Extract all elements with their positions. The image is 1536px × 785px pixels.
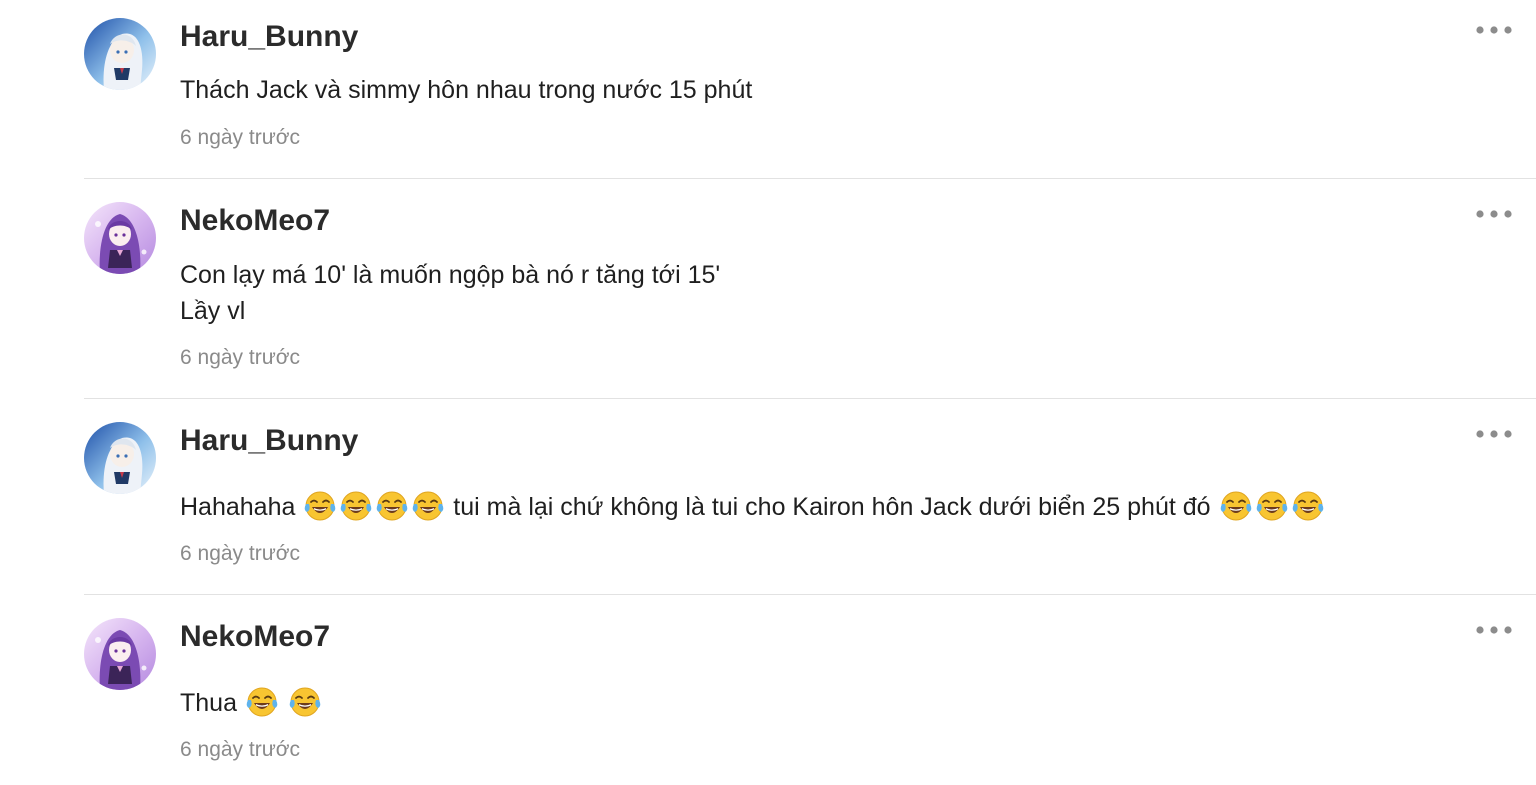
tears-of-joy-icon <box>340 490 372 522</box>
tears-of-joy-icon <box>412 490 444 522</box>
comment-text-line: Lầy vl <box>180 297 246 325</box>
comment-text: Thua <box>180 685 323 721</box>
comment-text-start: Thua <box>180 689 237 717</box>
anime-avatar-blue-icon <box>84 18 156 90</box>
more-options-button[interactable] <box>1474 202 1514 226</box>
tears-of-joy-icon <box>1292 490 1324 522</box>
more-horizontal-icon <box>1474 422 1514 446</box>
comment-item: Haru_Bunny Thách Jack và simmy hôn nhau … <box>84 0 1536 178</box>
more-options-button[interactable] <box>1474 18 1514 42</box>
comment-timestamp: 6 ngày trước <box>180 542 301 565</box>
comment-item: NekoMeo7 Con lạy má 10' là muốn ngộp bà … <box>84 179 1536 398</box>
comment-timestamp: 6 ngày trước <box>180 126 301 149</box>
anime-avatar-blue-icon <box>84 422 156 494</box>
tears-of-joy-icon <box>289 686 321 718</box>
more-horizontal-icon <box>1474 202 1514 226</box>
comment-text-line: Thách Jack và simmy hôn nhau trong nước … <box>180 76 753 104</box>
comment-text-line: Con lạy má 10' là muốn ngộp bà nó r tăng… <box>180 261 721 289</box>
more-horizontal-icon <box>1474 618 1514 642</box>
comment-username[interactable]: Haru_Bunny <box>180 20 358 54</box>
anime-avatar-purple-icon <box>84 202 156 274</box>
tears-of-joy-icon <box>376 490 408 522</box>
comment-text-start: Hahahaha <box>180 493 296 521</box>
comment-item: Haru_Bunny Hahahaha tui mà lại chứ không… <box>84 399 1536 594</box>
anime-avatar-purple-icon <box>84 618 156 690</box>
tears-of-joy-icon <box>1220 490 1252 522</box>
tears-of-joy-icon <box>304 490 336 522</box>
comment-username[interactable]: NekoMeo7 <box>180 204 330 238</box>
comment-timestamp: 6 ngày trước <box>180 346 301 369</box>
more-options-button[interactable] <box>1474 618 1514 642</box>
user-avatar[interactable] <box>84 618 156 690</box>
comment-text: Con lạy má 10' là muốn ngộp bà nó r tăng… <box>180 257 720 329</box>
comment-timestamp: 6 ngày trước <box>180 738 301 761</box>
comment-text: Hahahaha tui mà lại chứ không là tui cho… <box>180 489 1326 525</box>
tears-of-joy-icon <box>246 686 278 718</box>
comment-item: NekoMeo7 Thua 6 ngày trước <box>84 595 1536 785</box>
comment-username[interactable]: NekoMeo7 <box>180 620 330 654</box>
comment-text: Thách Jack và simmy hôn nhau trong nước … <box>180 72 752 108</box>
more-options-button[interactable] <box>1474 422 1514 446</box>
user-avatar[interactable] <box>84 422 156 494</box>
comment-text-middle: tui mà lại chứ không là tui cho Kairon h… <box>453 493 1211 521</box>
user-avatar[interactable] <box>84 202 156 274</box>
comment-username[interactable]: Haru_Bunny <box>180 424 358 458</box>
user-avatar[interactable] <box>84 18 156 90</box>
more-horizontal-icon <box>1474 18 1514 42</box>
tears-of-joy-icon <box>1256 490 1288 522</box>
